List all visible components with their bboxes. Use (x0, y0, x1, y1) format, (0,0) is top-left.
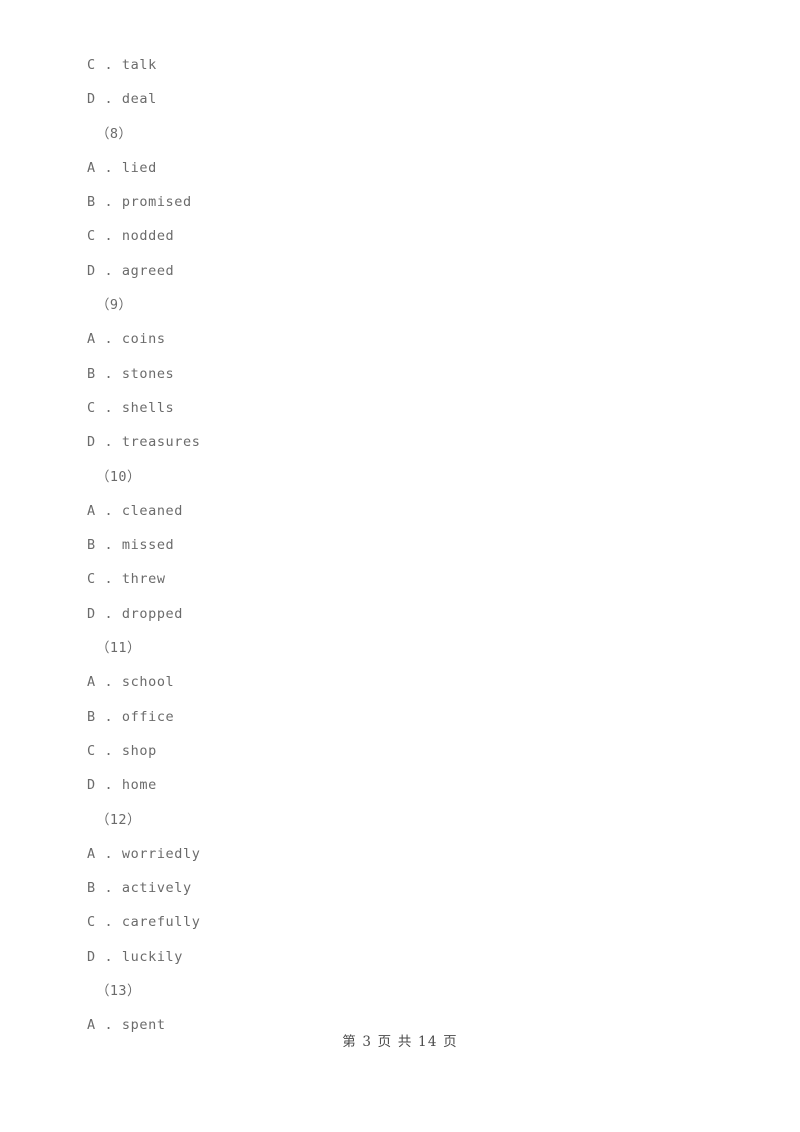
answer-option: D . agreed (87, 262, 175, 279)
answer-option: B . missed (87, 537, 175, 554)
answer-option: A . school (87, 674, 175, 691)
answer-option: C . threw (87, 571, 166, 588)
answer-option: C . nodded (87, 228, 175, 245)
question-number: （10） (96, 468, 141, 485)
answer-option: D . home (87, 777, 157, 794)
answer-option: D . treasures (87, 434, 201, 451)
answer-option: A . worriedly (87, 845, 201, 862)
question-number: （9） (96, 297, 133, 314)
answer-option: C . carefully (87, 914, 201, 931)
question-number: （11） (96, 640, 141, 657)
question-number: （13） (96, 983, 141, 1000)
question-number: （8） (96, 125, 133, 142)
answer-option: B . office (87, 708, 175, 725)
page-footer: 第 3 页 共 14 页 (342, 1034, 458, 1050)
answer-option: D . dropped (87, 605, 184, 622)
answer-option: A . cleaned (87, 502, 184, 519)
answer-option: A . coins (87, 331, 166, 348)
document-page: C . talk D . deal （8） A . lied B . promised C… (0, 0, 800, 1132)
question-list: C . talk D . deal （8） A . lied B . promised C… (87, 48, 707, 1043)
answer-option: B . promised (87, 194, 192, 211)
answer-option: D . luckily (87, 948, 184, 965)
answer-option: A . lied (87, 159, 157, 176)
answer-option: C . shells (87, 399, 175, 416)
answer-option: D . deal (87, 91, 157, 108)
question-number: （12） (96, 811, 141, 828)
answer-option: C . shop (87, 742, 157, 759)
answer-option: B . actively (87, 880, 192, 897)
answer-option: C . talk (87, 57, 157, 73)
answer-option: B . stones (87, 365, 175, 382)
